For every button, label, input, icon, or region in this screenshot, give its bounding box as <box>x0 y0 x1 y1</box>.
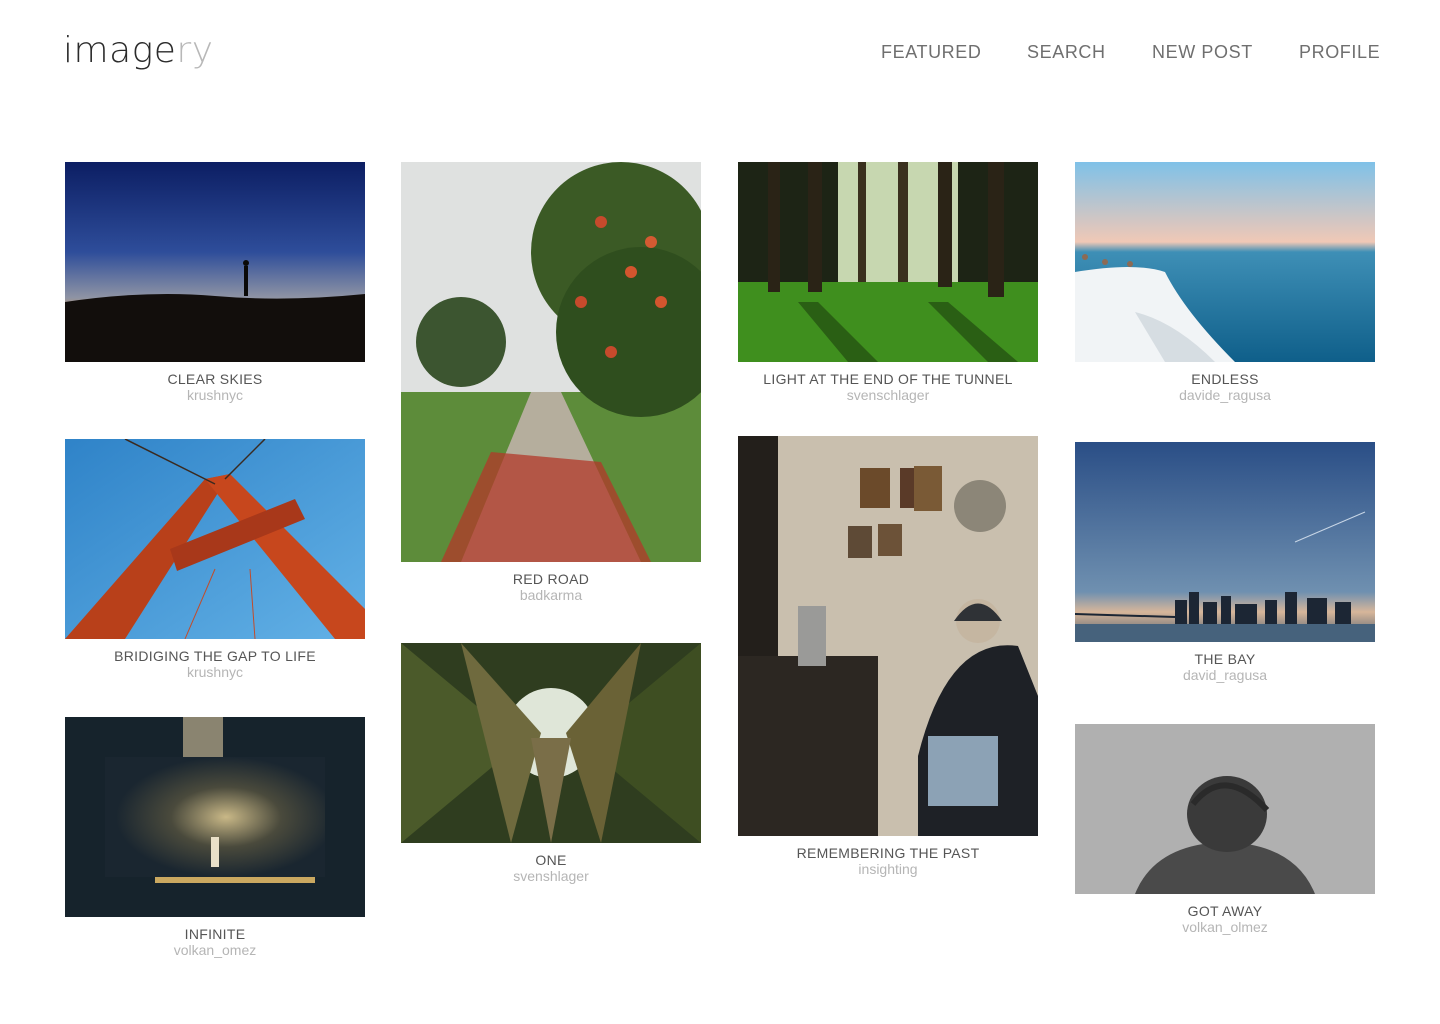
post-author[interactable]: svenschlager <box>738 387 1038 403</box>
post-author[interactable]: volkan_omez <box>65 942 365 958</box>
post-card[interactable]: INFINITE volkan_omez <box>65 717 365 958</box>
post-card[interactable]: BRIDIGING THE GAP TO LIFE krushnyc <box>65 439 365 680</box>
post-author[interactable]: krushnyc <box>65 664 365 680</box>
post-title[interactable]: REMEMBERING THE PAST <box>738 845 1038 861</box>
post-author[interactable]: insighting <box>738 861 1038 877</box>
post-title[interactable]: ONE <box>401 852 701 868</box>
post-author[interactable]: volkan_olmez <box>1075 919 1375 935</box>
post-author[interactable]: svenshlager <box>401 868 701 884</box>
post-card[interactable]: THE BAY david_ragusa <box>1075 442 1375 683</box>
post-author[interactable]: david_ragusa <box>1075 667 1375 683</box>
post-title[interactable]: THE BAY <box>1075 651 1375 667</box>
post-title[interactable]: INFINITE <box>65 926 365 942</box>
post-card[interactable]: REMEMBERING THE PAST insighting <box>738 436 1038 877</box>
post-title[interactable]: CLEAR SKIES <box>65 371 365 387</box>
post-card[interactable]: ONE svenshlager <box>401 643 701 884</box>
logo[interactable]: imagery <box>63 30 214 71</box>
post-title[interactable]: BRIDIGING THE GAP TO LIFE <box>65 648 365 664</box>
post-title[interactable]: LIGHT AT THE END OF THE TUNNEL <box>738 371 1038 387</box>
post-title[interactable]: ENDLESS <box>1075 371 1375 387</box>
post-title[interactable]: GOT AWAY <box>1075 903 1375 919</box>
post-author[interactable]: krushnyc <box>65 387 365 403</box>
logo-accent-text: ry <box>176 30 214 71</box>
post-photo[interactable] <box>65 439 365 639</box>
post-photo[interactable] <box>738 436 1038 836</box>
post-title[interactable]: RED ROAD <box>401 571 701 587</box>
post-photo[interactable] <box>1075 442 1375 642</box>
post-card[interactable]: LIGHT AT THE END OF THE TUNNEL svenschla… <box>738 162 1038 403</box>
nav-profile[interactable]: PROFILE <box>1299 42 1380 63</box>
post-photo[interactable] <box>65 162 365 362</box>
nav-new-post[interactable]: NEW POST <box>1152 42 1253 63</box>
logo-main-text: image <box>63 30 177 71</box>
nav-featured[interactable]: FEATURED <box>881 42 981 63</box>
post-card[interactable]: CLEAR SKIES krushnyc <box>65 162 365 403</box>
post-photo[interactable] <box>65 717 365 917</box>
post-photo[interactable] <box>401 162 701 562</box>
post-photo[interactable] <box>1075 162 1375 362</box>
post-photo[interactable] <box>401 643 701 843</box>
post-card[interactable]: RED ROAD badkarma <box>401 162 701 603</box>
post-photo[interactable] <box>1075 724 1375 894</box>
nav-search[interactable]: SEARCH <box>1027 42 1106 63</box>
post-card[interactable]: GOT AWAY volkan_olmez <box>1075 724 1375 935</box>
post-photo[interactable] <box>738 162 1038 362</box>
post-author[interactable]: davide_ragusa <box>1075 387 1375 403</box>
post-card[interactable]: ENDLESS davide_ragusa <box>1075 162 1375 403</box>
post-author[interactable]: badkarma <box>401 587 701 603</box>
